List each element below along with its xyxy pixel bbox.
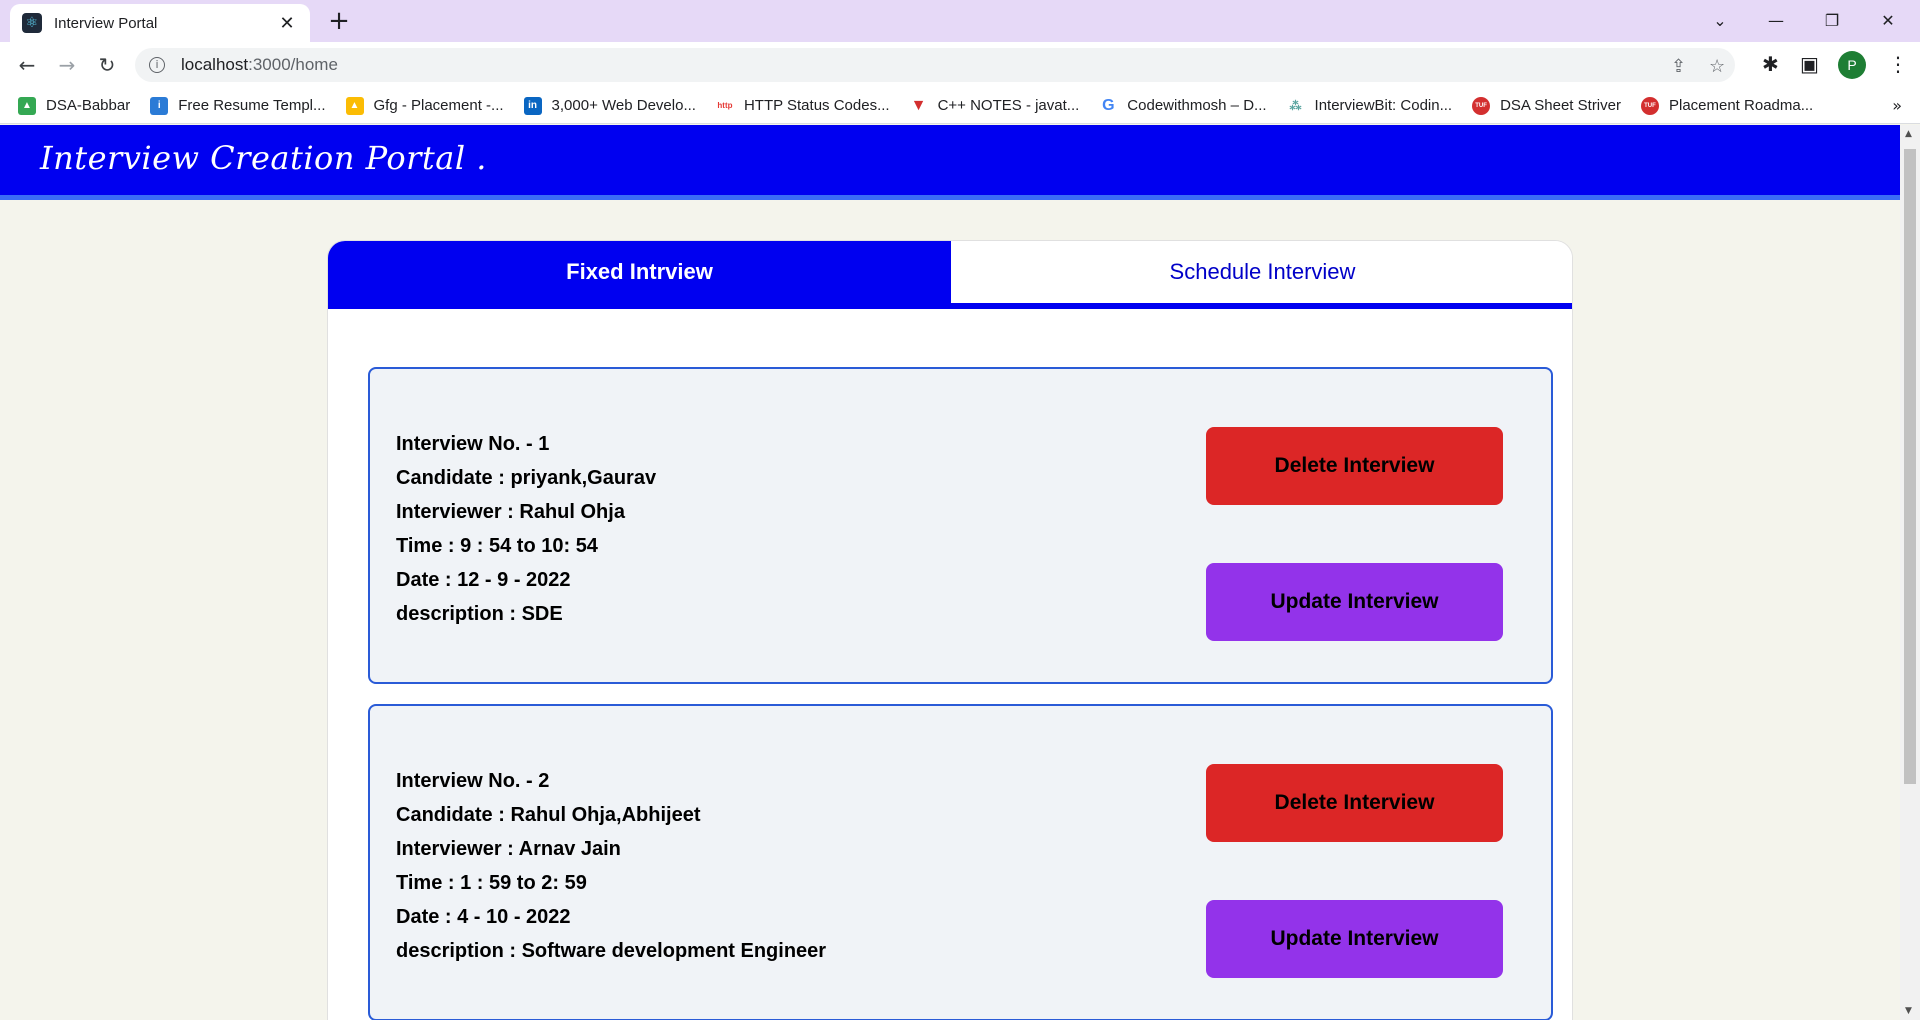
delete-interview-button[interactable]: Delete Interview [1206,427,1503,505]
interview-description: description : Software development Engin… [396,940,827,962]
browser-tabstrip: ⚛ Interview Portal ✕ + ⌄ — ❐ ✕ [0,0,1920,42]
bookmark-label: Placement Roadma... [1668,97,1814,114]
address-bar[interactable]: i localhost:3000/home ⇪ ☆ [135,48,1735,82]
panel-tabs: Fixed Intrview Schedule Interview [328,241,1572,309]
google-icon: G [1099,96,1118,115]
interview-number: Interview No. - 2 [396,770,550,792]
browser-toolbar: ← → ↻ i localhost:3000/home ⇪ ☆ ✱ ▣ P ⋮ [0,42,1920,88]
url-path: :3000/home [248,55,338,74]
app-header: Interview Creation Portal . [0,125,1900,200]
more-bookmarks-icon[interactable]: » [1892,96,1902,115]
interview-card: Interview No. - 2 Candidate : Rahul Ohja… [368,704,1553,1020]
delete-interview-button[interactable]: Delete Interview [1206,764,1503,842]
bookmarks-bar: ▲ DSA-Babbar i Free Resume Templ... ▲ Gfg -… [0,88,1920,124]
scroll-down-icon[interactable]: ▼ [1905,1006,1912,1016]
bookmark-item[interactable]: ▲ Gfg - Placement -... [345,96,504,115]
tab-fixed-interview[interactable]: Fixed Intrview [328,241,951,303]
menu-icon[interactable]: ⋮ [1888,52,1908,76]
bookmark-label: C++ NOTES - javat... [937,97,1080,114]
interview-candidate: Candidate : priyank,Gaurav [396,467,657,489]
profile-avatar[interactable]: P [1838,51,1866,79]
interview-interviewer: Interviewer : Rahul Ohja [396,501,625,523]
interview-date: Date : 4 - 10 - 2022 [396,906,571,928]
bookmark-item[interactable]: ▼ C++ NOTES - javat... [909,96,1080,115]
page-scrollbar[interactable]: ▲ ▼ [1900,125,1920,1020]
interview-time: Time : 9 : 54 to 10: 54 [396,535,598,557]
brand-title: Interview Creation Portal . [40,139,487,177]
page-viewport: Interview Creation Portal . Fixed Intrvi… [0,125,1900,1020]
url-text: localhost:3000/home [181,55,338,75]
forward-icon[interactable]: → [52,50,82,80]
interviewbit-icon: ⁂ [1286,96,1305,115]
interview-details: Interview No. - 2 Candidate : Rahul Ohja… [396,764,826,968]
url-host: localhost [181,55,249,74]
react-icon: ⚛ [22,13,42,33]
bookmark-label: Codewithmosh – D... [1127,97,1267,114]
update-interview-button[interactable]: Update Interview [1206,563,1503,641]
interview-description: description : SDE [396,603,563,625]
scrollbar-thumb[interactable] [1904,149,1916,784]
browser-tab[interactable]: ⚛ Interview Portal ✕ [10,4,310,42]
google-drive-icon: ▲ [345,96,364,115]
scroll-up-icon[interactable]: ▲ [1905,129,1912,139]
tab-title: Interview Portal [54,14,158,32]
bookmark-label: InterviewBit: Codin... [1314,97,1453,114]
back-icon[interactable]: ← [12,50,42,80]
site-info-icon[interactable]: i [149,57,165,73]
restore-icon[interactable]: ❐ [1804,0,1860,40]
google-drive-icon: ▲ [18,96,36,115]
bookmark-label: 3,000+ Web Develo... [551,97,696,114]
bookmark-label: DSA Sheet Striver [1500,97,1621,114]
bookmark-item[interactable]: http HTTP Status Codes... [715,96,890,115]
http-icon: http [715,96,734,115]
close-window-icon[interactable]: ✕ [1860,0,1916,40]
bookmark-star-icon[interactable]: ☆ [1709,56,1725,77]
resume-icon: i [150,96,169,115]
bookmark-item[interactable]: TUF DSA Sheet Striver [1472,96,1621,115]
share-icon[interactable]: ⇪ [1671,56,1686,77]
interview-details: Interview No. - 1 Candidate : priyank,Ga… [396,427,656,631]
bookmark-label: Gfg - Placement -... [373,97,504,114]
tuf-icon: TUF [1640,96,1659,115]
interview-interviewer: Interviewer : Arnav Jain [396,838,621,860]
side-panel-icon[interactable]: ▣ [1800,52,1819,76]
bookmark-label: Free Resume Templ... [178,97,326,114]
interview-date: Date : 12 - 9 - 2022 [396,569,571,591]
tab-search-icon[interactable]: ⌄ [1692,0,1748,40]
tuf-icon: TUF [1472,96,1491,115]
interview-time: Time : 1 : 59 to 2: 59 [396,872,587,894]
bookmark-item[interactable]: ⁂ InterviewBit: Codin... [1286,96,1453,115]
javatpoint-icon: ▼ [909,96,928,115]
bookmark-item[interactable]: i Free Resume Templ... [150,96,326,115]
new-tab-icon[interactable]: + [324,6,354,36]
minimize-icon[interactable]: — [1748,0,1804,40]
bookmark-item[interactable]: G Codewithmosh – D... [1099,96,1267,115]
interview-number: Interview No. - 1 [396,433,550,455]
bookmark-item[interactable]: in 3,000+ Web Develo... [523,96,696,115]
bookmark-label: DSA-Babbar [46,97,131,114]
interview-card: Interview No. - 1 Candidate : priyank,Ga… [368,367,1553,684]
reload-icon[interactable]: ↻ [92,50,122,80]
update-interview-button[interactable]: Update Interview [1206,900,1503,978]
close-tab-icon[interactable]: ✕ [276,13,298,34]
interview-candidate: Candidate : Rahul Ohja,Abhijeet [396,804,701,826]
interview-panel: Fixed Intrview Schedule Interview Interv… [327,240,1573,1020]
bookmark-item[interactable]: TUF Placement Roadma... [1640,96,1814,115]
bookmark-label: HTTP Status Codes... [743,97,890,114]
extensions-icon[interactable]: ✱ [1762,52,1779,76]
tab-schedule-interview[interactable]: Schedule Interview [951,241,1572,303]
bookmark-item[interactable]: ▲ DSA-Babbar [18,96,131,115]
linkedin-icon: in [523,96,542,115]
